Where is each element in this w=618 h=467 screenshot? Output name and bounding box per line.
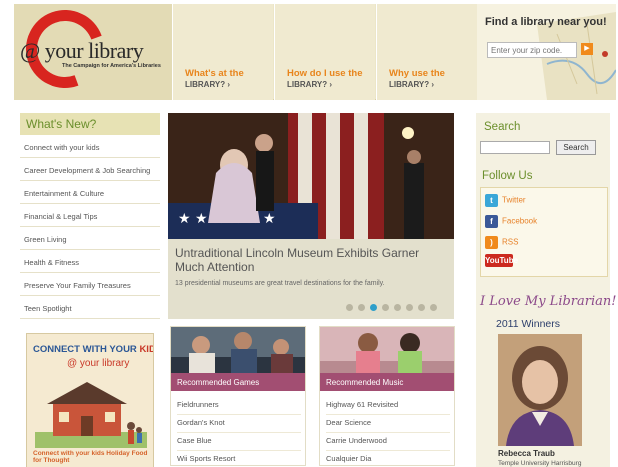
sidebar-item-teen-spotlight[interactable]: Teen Spotlight	[20, 296, 160, 319]
slide-dot[interactable]	[394, 304, 401, 311]
lincoln-exhibit-photo: ★ ★ ★ ★ ★ ★	[168, 113, 454, 239]
promo-caption: Connect with your kids Holiday Food for …	[33, 450, 148, 464]
youtube-link[interactable]: YouTube	[485, 254, 519, 270]
nav-sublabel: LIBRARY? ›	[185, 80, 231, 89]
nav-label: How do I use the	[287, 68, 363, 79]
game-item[interactable]: Gordan's Knot	[177, 415, 301, 433]
music-list: Highway 61 Revisited Dear Science Carrie…	[326, 397, 450, 465]
i-love-my-librarian-title[interactable]: I Love My Librarian!	[480, 294, 616, 309]
logo-tagline: The Campaign for America's Libraries	[62, 63, 161, 69]
nav-label: Why use the	[389, 68, 445, 79]
zip-code-input[interactable]	[487, 42, 577, 58]
twitter-label: Twitter	[502, 195, 526, 205]
game-item[interactable]: Case Blue	[177, 433, 301, 451]
slide-dot[interactable]	[430, 304, 437, 311]
zip-go-button[interactable]: ▶	[581, 43, 593, 55]
sidebar-item-career[interactable]: Career Development & Job Searching	[20, 158, 160, 181]
nav-sublabel: LIBRARY? ›	[287, 80, 333, 89]
music-item[interactable]: Cualquier Dia	[326, 451, 450, 465]
search-input[interactable]	[480, 141, 550, 154]
music-item[interactable]: Dear Science	[326, 415, 450, 433]
rss-icon: )	[485, 236, 498, 249]
nav-how-do-i-use-the-library[interactable]: How do I use the LIBRARY? ›	[274, 4, 375, 100]
connect-kids-promo[interactable]: CONNECT WITH YOUR KIDS @ your library Co…	[26, 333, 154, 467]
music-item[interactable]: Highway 61 Revisited	[326, 397, 450, 415]
winners-label: 2011 Winners	[496, 318, 561, 330]
nav-sublabel: LIBRARY? ›	[389, 80, 435, 89]
winner-photo[interactable]	[498, 334, 582, 446]
logo-wordmark: @ your library	[20, 38, 144, 63]
games-photo	[171, 327, 305, 373]
facebook-label: Facebook	[502, 216, 538, 226]
twitter-link[interactable]: t Twitter	[485, 194, 526, 210]
right-sidebar: Search Search Follow Us t Twitter f Facebo…	[476, 113, 616, 467]
nav-why-use-the-library[interactable]: Why use the LIBRARY? ›	[376, 4, 477, 100]
recommended-games-card: Recommended Games Fieldrunners Gordan's …	[170, 326, 306, 466]
finder-title: Find a library near you!	[485, 16, 607, 28]
slide-dot[interactable]	[382, 304, 389, 311]
at-your-library-logo[interactable]: @ your library The Campaign for America'…	[13, 0, 172, 101]
sidebar-item-health[interactable]: Health & Fitness	[20, 250, 160, 273]
search-button[interactable]: Search	[556, 140, 596, 155]
twitter-icon: t	[485, 194, 498, 207]
music-heading: Recommended Music	[320, 373, 454, 391]
games-list: Fieldrunners Gordan's Knot Case Blue Wii…	[177, 397, 301, 465]
whats-new-sidebar: What's New? Connect with your kids Caree…	[20, 113, 160, 467]
story-headline[interactable]: Untraditional Lincoln Museum Exhibits Ga…	[175, 246, 445, 274]
sidebar-item-entertainment[interactable]: Entertainment & Culture	[20, 181, 160, 204]
promo-brand: @ your library	[67, 358, 130, 369]
slide-dot[interactable]	[406, 304, 413, 311]
slide-dot[interactable]	[358, 304, 365, 311]
nav-whats-at-the-library[interactable]: What's at the LIBRARY? ›	[172, 4, 273, 100]
music-photo	[320, 327, 454, 373]
games-heading: Recommended Games	[171, 373, 305, 391]
sidebar-item-green-living[interactable]: Green Living	[20, 227, 160, 250]
game-item[interactable]: Fieldrunners	[177, 397, 301, 415]
music-item[interactable]: Carrie Underwood	[326, 433, 450, 451]
youtube-icon: YouTube	[485, 254, 519, 267]
rss-link[interactable]: ) RSS	[485, 236, 518, 252]
sidebar-item-family-treasures[interactable]: Preserve Your Family Treasures	[20, 273, 160, 296]
sidebar-item-financial[interactable]: Financial & Legal Tips	[20, 204, 160, 227]
story-summary: 13 presidential museums are great travel…	[175, 280, 385, 287]
library-finder: Find a library near you! ▶	[477, 4, 616, 100]
slide-dot[interactable]	[346, 304, 353, 311]
game-item[interactable]: Wii Sports Resort	[177, 451, 301, 465]
nav-label: What's at the	[185, 68, 244, 79]
social-links: t Twitter f Facebook ) RSS YouTube	[480, 187, 608, 277]
search-heading: Search	[484, 121, 521, 133]
sidebar-item-connect-with-kids[interactable]: Connect with your kids	[20, 135, 160, 158]
rss-label: RSS	[502, 237, 519, 247]
site-header: @ your library The Campaign for America'…	[13, 0, 616, 101]
promo-headline: CONNECT WITH YOUR KIDS	[33, 344, 153, 355]
winner-institution: Temple University Harrisburg	[498, 460, 582, 467]
recommended-music-card: Recommended Music Highway 61 Revisited D…	[319, 326, 455, 466]
library-house-illustration	[35, 382, 147, 448]
winner-name[interactable]: Rebecca Traub	[498, 449, 555, 458]
facebook-icon: f	[485, 215, 498, 228]
slide-dot[interactable]	[418, 304, 425, 311]
featured-story[interactable]: ★ ★ ★ ★ ★ ★ Untraditional Lincoln Museum…	[168, 113, 454, 319]
facebook-link[interactable]: f Facebook	[485, 215, 537, 231]
slide-dot[interactable]	[370, 304, 377, 311]
follow-us-heading: Follow Us	[482, 170, 533, 182]
whats-new-heading: What's New?	[20, 113, 160, 135]
